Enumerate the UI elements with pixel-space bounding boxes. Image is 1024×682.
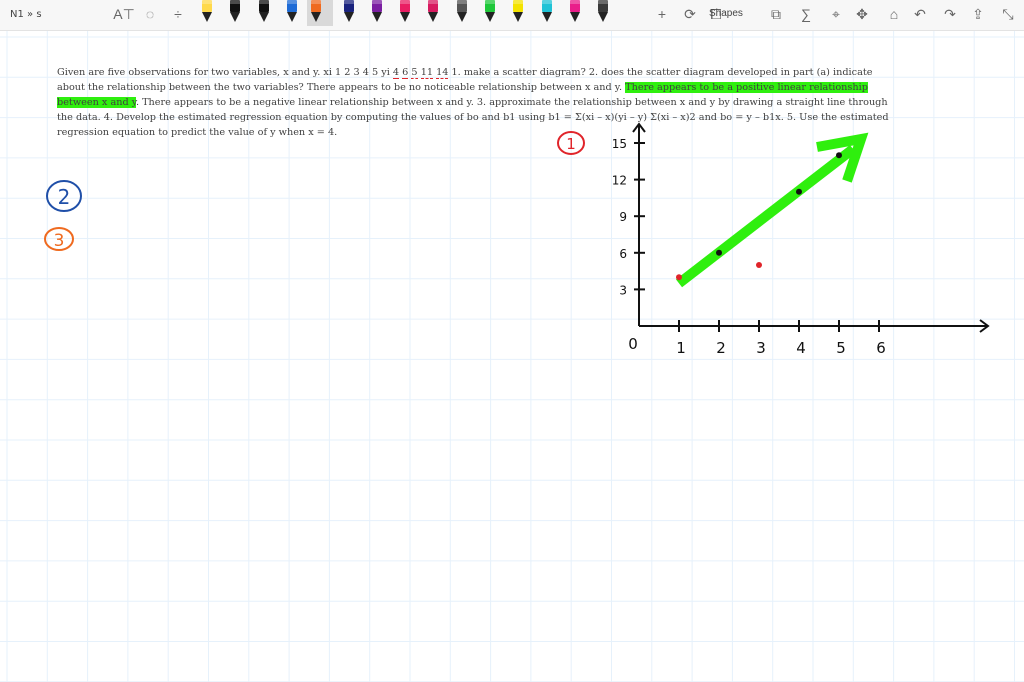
- fullscreen-icon[interactable]: ⤡: [998, 4, 1018, 24]
- lasso-select-icon[interactable]: ◌: [140, 4, 160, 24]
- y-value: 6: [402, 67, 409, 79]
- pen-tool[interactable]: [198, 0, 216, 26]
- pen-tool[interactable]: [340, 0, 358, 26]
- ink-to-text-icon[interactable]: ⌂: [884, 4, 904, 24]
- pen-tool[interactable]: [307, 0, 334, 26]
- pen-tool[interactable]: [226, 0, 244, 26]
- ink-to-shape-icon[interactable]: ⟳: [680, 4, 700, 24]
- shapes-button[interactable]: Shapes: [709, 8, 743, 19]
- pen-tool[interactable]: [424, 0, 442, 26]
- notebook-title[interactable]: N1 » s: [10, 9, 42, 20]
- pen-tool[interactable]: [538, 0, 556, 26]
- add-space-icon[interactable]: ÷: [168, 4, 188, 24]
- question-text: Given are five observations for two vari…: [57, 65, 902, 140]
- pen-tool[interactable]: [594, 0, 612, 26]
- y-value: 11: [420, 67, 434, 79]
- insert-text-icon[interactable]: A⊤: [113, 4, 135, 24]
- question-part-1: Given are five observations for two vari…: [57, 67, 393, 78]
- toolbar: N1 » s A⊤ ◌ ÷ + ⟳ ⧠ Shapes ⧉ ∑ ⌖ ✥ ⌂ ↶ ↷ ⇪ ⤡: [0, 0, 1024, 31]
- pen-tool[interactable]: [509, 0, 527, 26]
- question-part-3: . There appears to be a negative linear …: [57, 97, 889, 138]
- ruler-icon[interactable]: ⌖: [826, 4, 846, 24]
- pen-tool[interactable]: [368, 0, 386, 26]
- lasso-icon[interactable]: ⧉: [766, 4, 786, 24]
- replay-icon[interactable]: ✥: [852, 4, 872, 24]
- ink-to-math-icon[interactable]: ∑: [796, 4, 816, 24]
- y-value: 4: [392, 67, 400, 79]
- pen-tool[interactable]: [566, 0, 584, 26]
- undo-icon[interactable]: ↶: [910, 4, 930, 24]
- pen-tool[interactable]: [283, 0, 301, 26]
- pen-tool[interactable]: [453, 0, 471, 26]
- y-value: 5: [411, 67, 418, 79]
- pen-tool[interactable]: [255, 0, 273, 26]
- pen-tool[interactable]: [396, 0, 414, 26]
- redo-icon[interactable]: ↷: [940, 4, 960, 24]
- add-pen-icon[interactable]: +: [652, 4, 672, 24]
- pen-tool[interactable]: [481, 0, 499, 26]
- share-icon[interactable]: ⇪: [968, 4, 988, 24]
- y-value: 14: [436, 67, 449, 79]
